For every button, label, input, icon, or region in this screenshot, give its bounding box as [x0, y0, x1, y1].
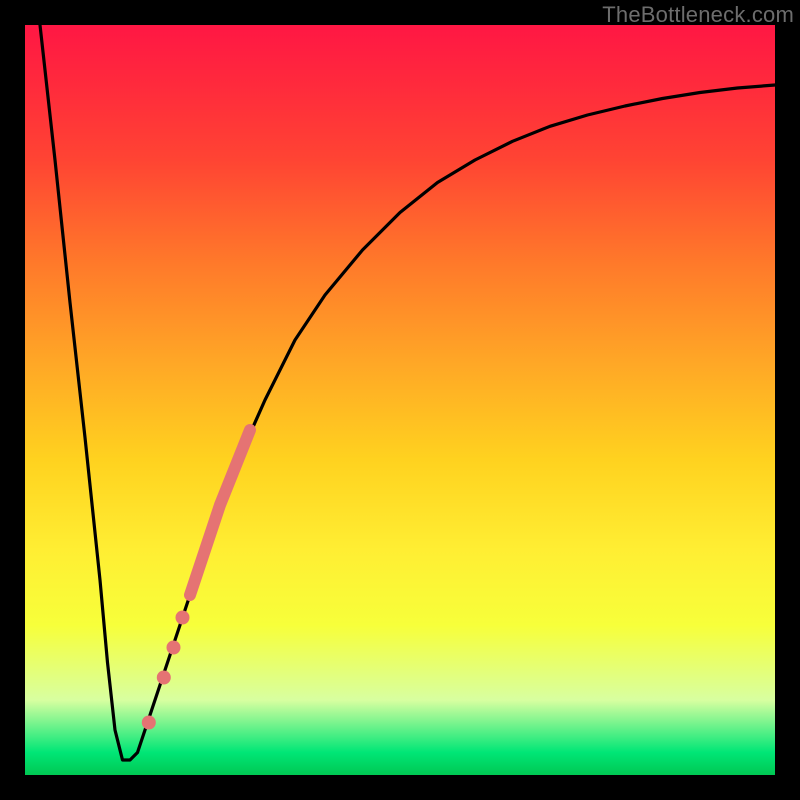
chart-frame: TheBottleneck.com [0, 0, 800, 800]
bottleneck-curve [40, 25, 775, 760]
highlight-segment [190, 430, 250, 595]
highlight-dot [167, 641, 181, 655]
watermark-text: TheBottleneck.com [602, 2, 794, 28]
highlight-dot [157, 671, 171, 685]
chart-plot-area [25, 25, 775, 775]
highlight-dot [142, 716, 156, 730]
highlight-dot [176, 611, 190, 625]
chart-svg [25, 25, 775, 775]
